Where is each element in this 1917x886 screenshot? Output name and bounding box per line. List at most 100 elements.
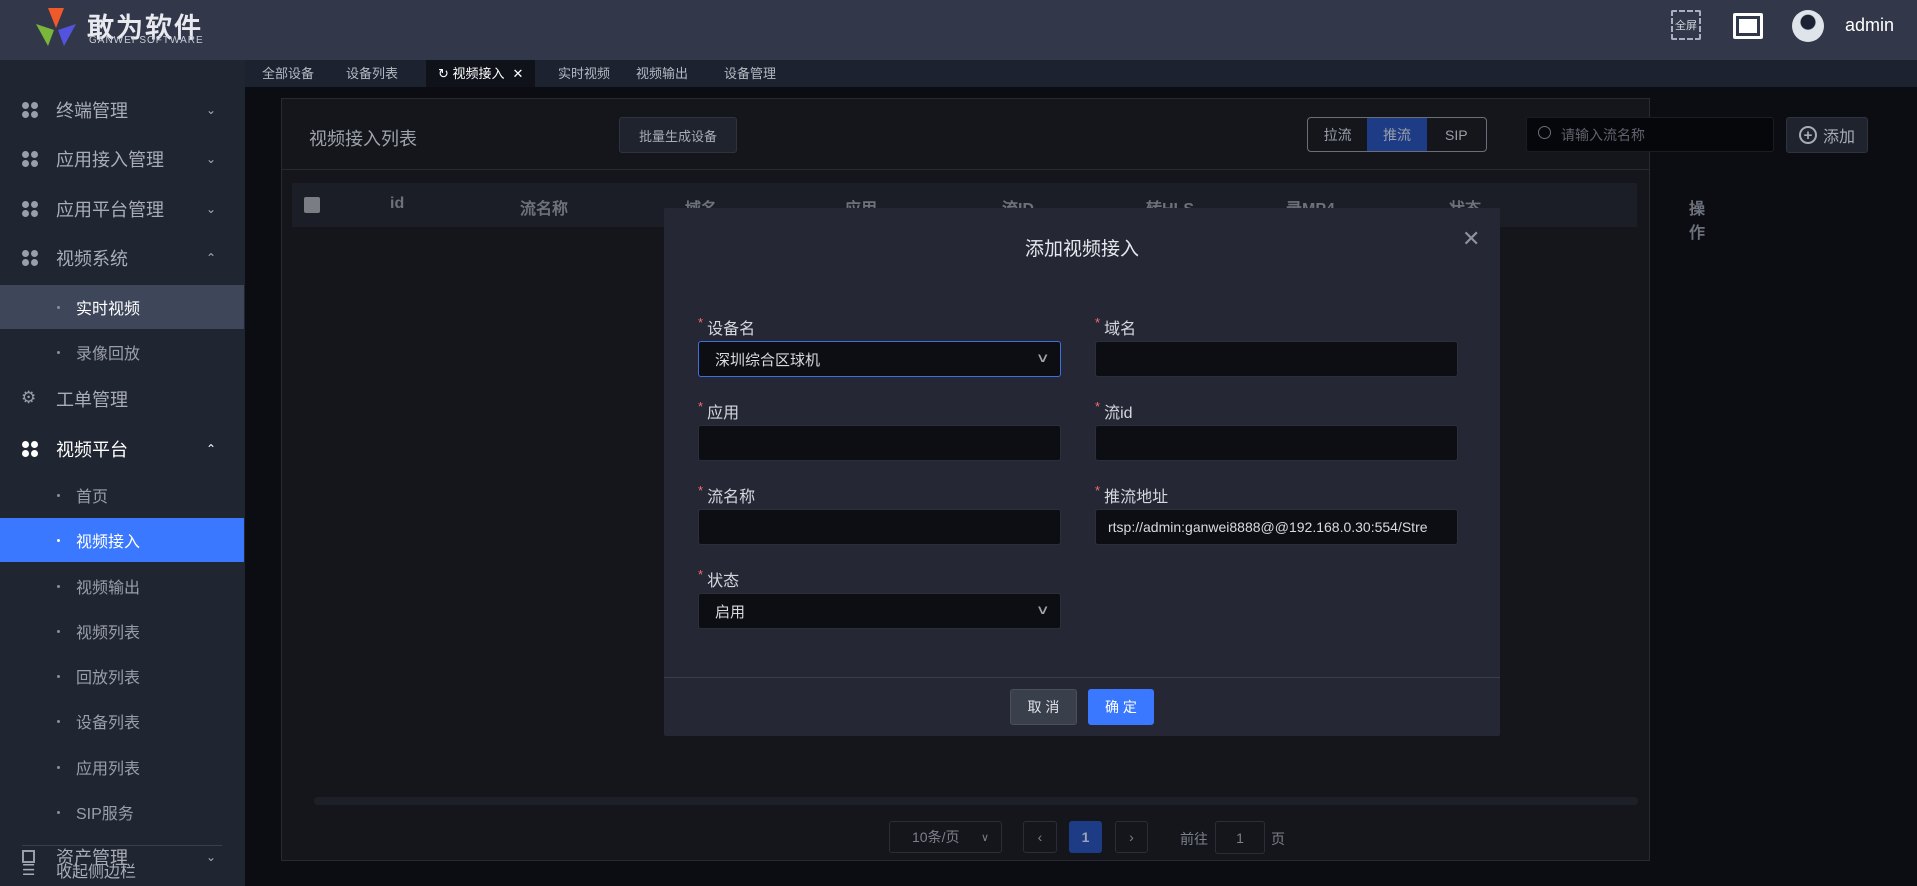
required-mark: * bbox=[698, 567, 704, 582]
sidebar-item-14[interactable]: 应用列表 bbox=[0, 745, 244, 789]
tab-5[interactable]: 设备管理 bbox=[712, 60, 788, 87]
sidebar-item-9[interactable]: 视频接入 bbox=[0, 518, 244, 562]
collapse-sidebar-button[interactable]: ☰ 收起侧边栏 bbox=[0, 848, 244, 886]
bullet-icon bbox=[57, 629, 60, 633]
pagination: 10条/页 ∨ ‹ 1 › 前往 1 页 bbox=[282, 821, 1649, 857]
field-label-text: 应用 bbox=[707, 405, 740, 422]
sidebar-item-4[interactable]: 实时视频 bbox=[0, 285, 244, 329]
screen-toggle-icon[interactable] bbox=[1733, 13, 1763, 39]
search-icon bbox=[1538, 126, 1551, 139]
field-input-4[interactable] bbox=[698, 509, 1061, 545]
chevron-up-icon: ⌃ bbox=[206, 251, 217, 265]
refresh-icon: ↻ bbox=[438, 66, 453, 81]
confirm-button[interactable]: 确 定 bbox=[1088, 689, 1154, 725]
field-label-text: 状态 bbox=[707, 573, 740, 590]
add-button[interactable]: + 添加 bbox=[1786, 117, 1868, 153]
bullet-icon bbox=[57, 719, 60, 723]
cancel-button[interactable]: 取 消 bbox=[1010, 689, 1077, 725]
page-size-select[interactable]: 10条/页 ∨ bbox=[889, 821, 1002, 853]
tab-label: 设备管理 bbox=[724, 66, 777, 81]
chevron-down-icon: ∨ bbox=[1036, 350, 1051, 365]
fullscreen-button[interactable]: 全屏 bbox=[1671, 10, 1701, 40]
horizontal-scrollbar[interactable] bbox=[314, 797, 1638, 805]
sidebar-item-13[interactable]: 设备列表 bbox=[0, 699, 244, 743]
sidebar-item-label: 设备列表 bbox=[76, 715, 141, 732]
field-label: * 域名 bbox=[1095, 315, 1136, 339]
sidebar-item-8[interactable]: 首页 bbox=[0, 473, 244, 517]
plus-circle-icon: + bbox=[1798, 126, 1817, 144]
field-label: * 设备名 bbox=[698, 315, 755, 339]
batch-generate-button[interactable]: 批量生成设备 bbox=[619, 117, 737, 153]
sidebar-item-12[interactable]: 回放列表 bbox=[0, 654, 244, 698]
field-label: * 流id bbox=[1095, 399, 1133, 423]
logo-subtitle: GANWEI SOFTWARE bbox=[89, 35, 204, 46]
sidebar-item-label: 视频接入 bbox=[76, 534, 141, 551]
tab-0[interactable]: 全部设备 bbox=[250, 60, 326, 87]
dialog-title: 添加视频接入 bbox=[1024, 239, 1139, 260]
field-label: * 流名称 bbox=[698, 483, 755, 507]
sidebar-item-label: 录像回放 bbox=[76, 346, 141, 363]
close-tab-icon[interactable]: ✕ bbox=[513, 66, 524, 81]
field-select-0[interactable]: 深圳综合区球机 ∨ bbox=[698, 341, 1061, 377]
segment-push[interactable]: 推流 bbox=[1367, 118, 1427, 151]
chevron-down-icon: ⌄ bbox=[206, 103, 217, 117]
required-mark: * bbox=[698, 399, 704, 414]
stream-type-segmented: 拉流 推流 SIP bbox=[1307, 117, 1487, 152]
goto-page-input[interactable]: 1 bbox=[1215, 821, 1265, 854]
select-all-checkbox[interactable] bbox=[304, 197, 320, 213]
sidebar-item-10[interactable]: 视频输出 bbox=[0, 564, 244, 608]
sidebar-item-label: 视频输出 bbox=[76, 580, 141, 597]
field-label: * 推流地址 bbox=[1095, 483, 1168, 507]
sidebar-item-2[interactable]: 应用平台管理 ⌄ bbox=[0, 187, 244, 231]
avatar[interactable] bbox=[1792, 10, 1824, 42]
required-mark: * bbox=[1095, 399, 1101, 414]
search-box bbox=[1526, 117, 1774, 152]
field-value: rtsp://admin:ganwei8888@@192.168.0.30:55… bbox=[1108, 519, 1428, 535]
grid-icon bbox=[22, 441, 38, 457]
page-1-button[interactable]: 1 bbox=[1069, 821, 1102, 853]
close-icon[interactable]: ✕ bbox=[1462, 226, 1480, 252]
segment-sip[interactable]: SIP bbox=[1427, 118, 1486, 151]
sidebar-item-11[interactable]: 视频列表 bbox=[0, 609, 244, 653]
tab-1[interactable]: 设备列表 bbox=[334, 60, 410, 87]
sidebar-item-15[interactable]: SIP服务 bbox=[0, 790, 244, 834]
sidebar-item-label: 应用接入管理 bbox=[56, 150, 164, 170]
sidebar-item-7[interactable]: 视频平台 ⌃ bbox=[0, 427, 244, 471]
field-input-5[interactable]: rtsp://admin:ganwei8888@@192.168.0.30:55… bbox=[1095, 509, 1458, 545]
bullet-icon bbox=[57, 765, 60, 769]
collapse-label: 收起侧边栏 bbox=[56, 864, 137, 881]
tab-4[interactable]: 视频输出 bbox=[624, 60, 700, 87]
chevron-down-icon: ∨ bbox=[980, 831, 989, 844]
field-label-text: 设备名 bbox=[707, 321, 756, 338]
sidebar: 终端管理 ⌄ 应用接入管理 ⌄ 应用平台管理 ⌄ 视频系统 ⌃ 实时视频 录像回放 ⚙ 工单管理 视频平… bbox=[0, 60, 245, 886]
username[interactable]: admin bbox=[1845, 15, 1894, 36]
bullet-icon bbox=[57, 584, 60, 588]
field-input-3[interactable] bbox=[1095, 425, 1458, 461]
sidebar-item-label: SIP服务 bbox=[76, 806, 134, 823]
field-input-1[interactable] bbox=[1095, 341, 1458, 377]
bullet-icon bbox=[57, 493, 60, 497]
prev-page-button[interactable]: ‹ bbox=[1023, 821, 1057, 853]
tab-2[interactable]: ↻ 视频接入 ✕ bbox=[426, 60, 536, 87]
required-mark: * bbox=[698, 483, 704, 498]
add-video-access-dialog: 添加视频接入 ✕ * 设备名 深圳综合区球机 ∨ * 域名 * 应用 * 流id * 流名称 * 推流地址… bbox=[664, 208, 1500, 736]
next-page-button[interactable]: › bbox=[1115, 821, 1148, 853]
sidebar-item-5[interactable]: 录像回放 bbox=[0, 330, 244, 374]
required-mark: * bbox=[698, 315, 704, 330]
field-select-6[interactable]: 启用 ∨ bbox=[698, 593, 1061, 629]
sidebar-item-1[interactable]: 应用接入管理 ⌄ bbox=[0, 137, 244, 181]
field-label: * 应用 bbox=[698, 399, 739, 423]
tab-3[interactable]: 实时视频 bbox=[546, 60, 622, 87]
sidebar-item-label: 应用列表 bbox=[76, 761, 141, 778]
bullet-icon bbox=[57, 305, 60, 309]
column-header: 流名称 bbox=[520, 201, 569, 218]
sidebar-item-0[interactable]: 终端管理 ⌄ bbox=[0, 88, 244, 132]
field-label-text: 流名称 bbox=[707, 489, 756, 506]
segment-pull[interactable]: 拉流 bbox=[1308, 118, 1367, 151]
sidebar-item-6[interactable]: ⚙ 工单管理 bbox=[0, 377, 244, 421]
field-input-2[interactable] bbox=[698, 425, 1061, 461]
bullet-icon bbox=[57, 538, 60, 542]
search-input[interactable] bbox=[1561, 118, 1761, 151]
sidebar-item-3[interactable]: 视频系统 ⌃ bbox=[0, 236, 244, 280]
grid-icon bbox=[22, 250, 38, 266]
